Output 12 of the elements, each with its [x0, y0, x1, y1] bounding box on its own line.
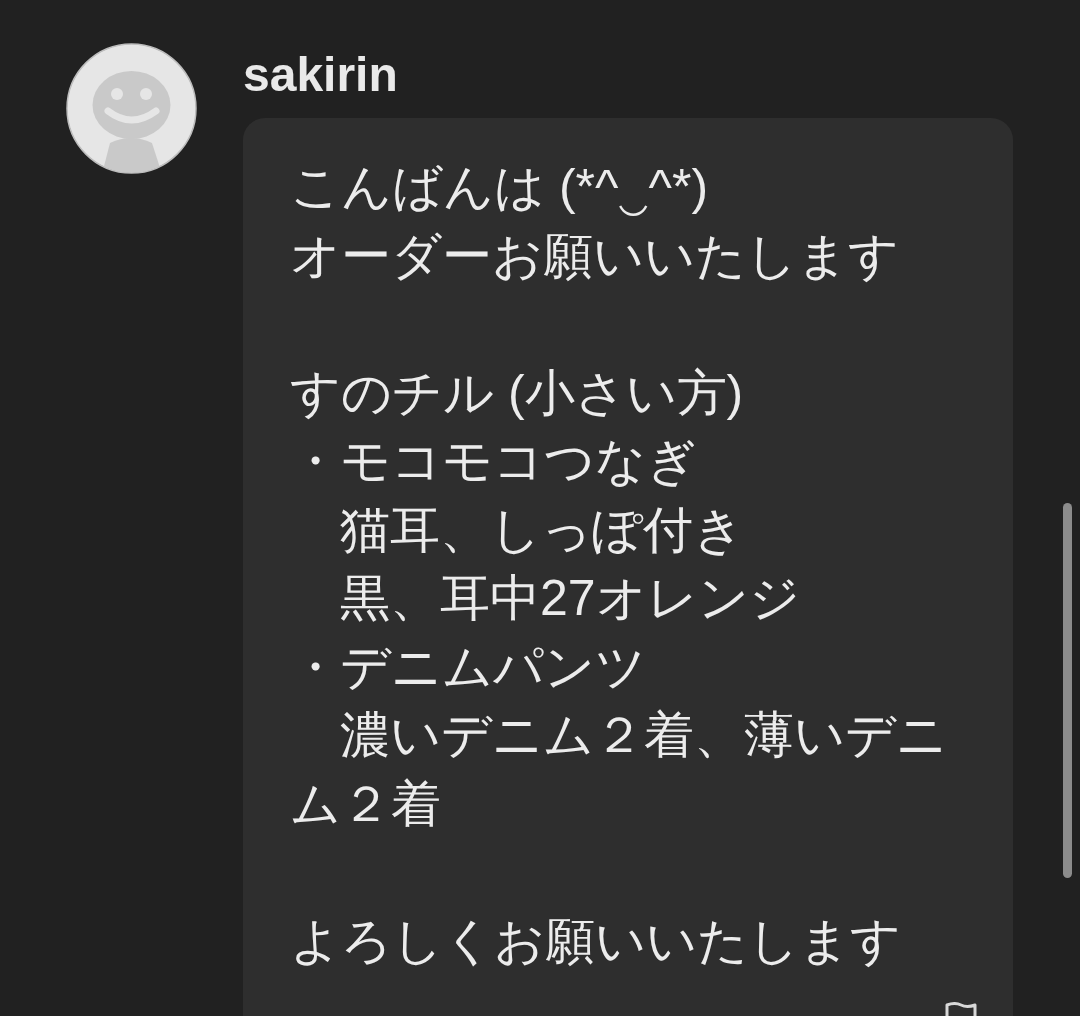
message-line: よろしくお願いいたします: [290, 911, 902, 971]
message-line: ・モコモコつなぎ: [290, 432, 698, 491]
scrollbar-thumb[interactable]: [1063, 503, 1072, 878]
message-line: 猫耳、しっぽ付き: [339, 500, 745, 560]
message-line: すのチル (小さい方): [290, 363, 745, 423]
message-line: 濃いデニム２着、薄いデニム２着: [290, 706, 948, 834]
message-line: 黒、耳中27オレンジ: [339, 569, 801, 628]
message-line: こんばんは (*^‿^*): [290, 158, 710, 218]
message-line: オーダーお願いいたします: [290, 226, 900, 286]
avatar-icon: [66, 43, 197, 174]
message-line: ・デニムパンツ: [290, 637, 647, 697]
username: sakirin: [243, 47, 399, 103]
